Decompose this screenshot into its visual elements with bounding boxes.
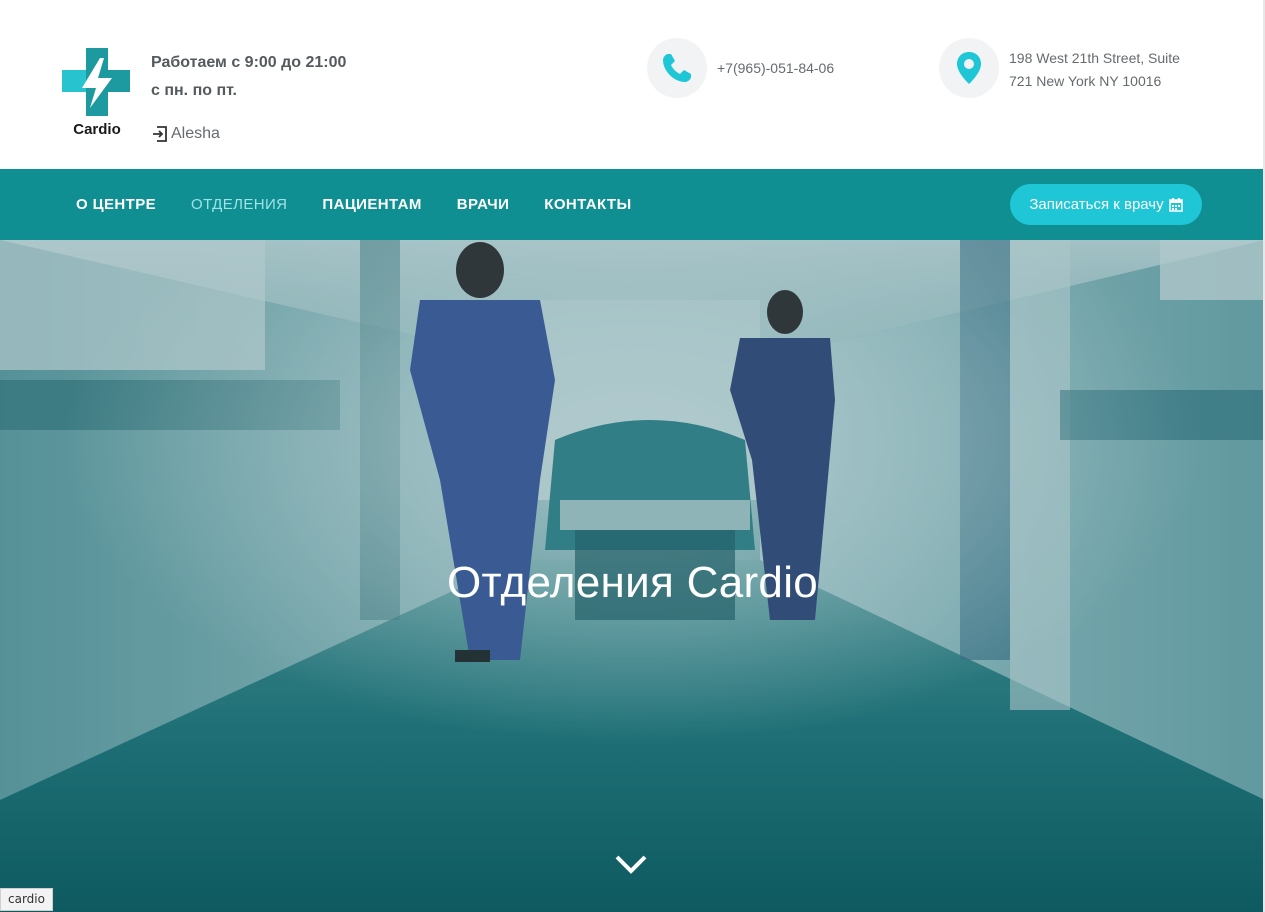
chevron-down-icon[interactable] (614, 852, 648, 878)
address-text: 198 West 21th Street, Suite 721 New York… (1009, 47, 1194, 93)
phone-number[interactable]: +7(965)-051-84-06 (717, 57, 834, 80)
hours-line-2: с пн. по пт. (151, 82, 237, 99)
hero-banner: Отделения Cardio (0, 240, 1265, 912)
address-icon-circle (939, 38, 999, 98)
hours-line-1: Работаем с 9:00 до 21:00 (151, 54, 347, 71)
phone-contact: +7(965)-051-84-06 (647, 38, 834, 98)
calendar-icon (1168, 197, 1183, 212)
status-tag: cardio (0, 888, 53, 911)
book-appointment-label: Записаться к врачу (1029, 196, 1164, 213)
cardio-logo[interactable]: Cardio (60, 46, 134, 138)
phone-icon-circle (647, 38, 707, 98)
nav-item-patients[interactable]: ПАЦИЕНТАМ (322, 196, 421, 213)
user-link[interactable]: Alesha (152, 125, 220, 143)
nav-item-contacts[interactable]: КОНТАКТЫ (544, 196, 631, 213)
book-appointment-button[interactable]: Записаться к врачу (1010, 184, 1202, 225)
address-contact: 198 West 21th Street, Suite 721 New York… (939, 38, 1194, 98)
site-header: Cardio Работаем с 9:00 до 21:00 с пн. по… (0, 0, 1265, 169)
hero-title: Отделения Cardio (446, 558, 819, 607)
nav-item-doctors[interactable]: ВРАЧИ (457, 196, 510, 213)
address-line-1: 198 West 21th Street, Suite (1009, 50, 1180, 66)
map-marker-icon (957, 52, 981, 84)
nav-item-about[interactable]: О ЦЕНТРЕ (76, 196, 156, 213)
working-hours: Работаем с 9:00 до 21:00 с пн. по пт. (151, 49, 346, 105)
nav-links: О ЦЕНТРЕ ОТДЕЛЕНИЯ ПАЦИЕНТАМ ВРАЧИ КОНТА… (76, 169, 667, 240)
nav-item-departments[interactable]: ОТДЕЛЕНИЯ (191, 196, 287, 213)
logo-text: Cardio (73, 121, 121, 138)
address-line-2: 721 New York NY 10016 (1009, 73, 1162, 89)
sign-in-icon (153, 126, 167, 142)
user-name: Alesha (171, 125, 220, 142)
phone-icon (663, 54, 691, 82)
